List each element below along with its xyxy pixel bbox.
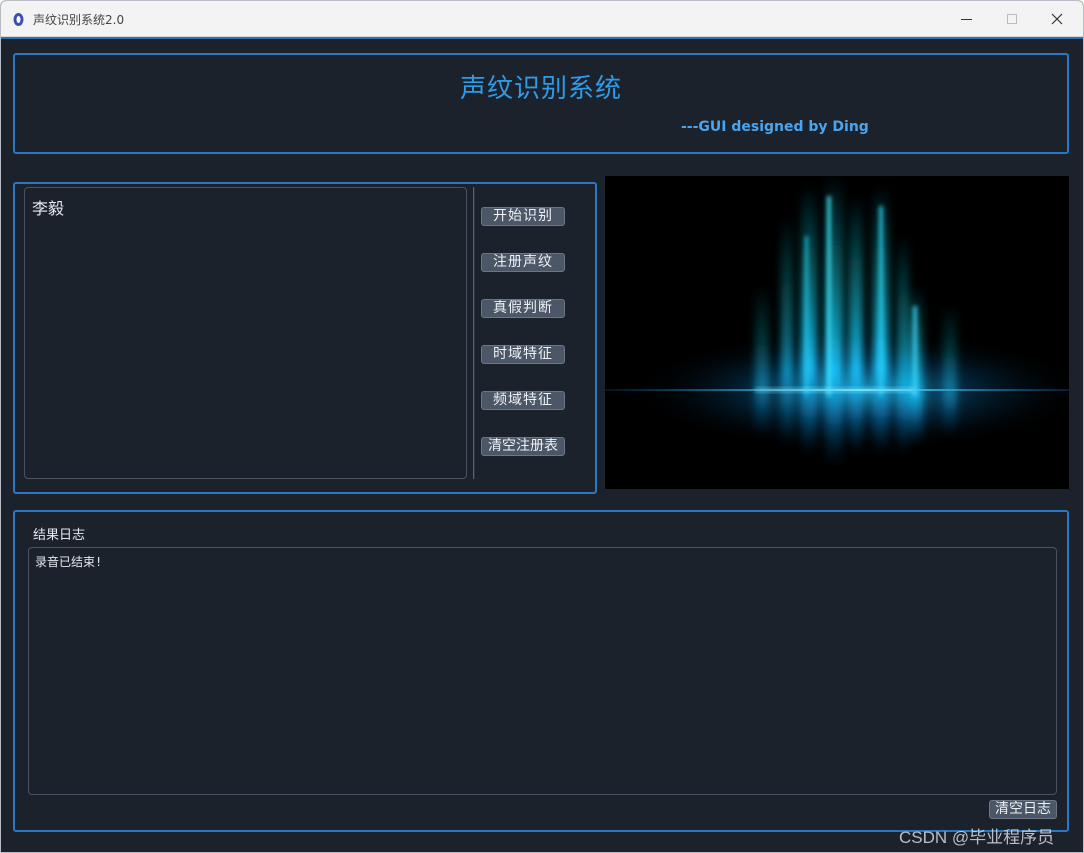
close-button[interactable] [1034,1,1080,37]
minimize-button[interactable] [943,1,989,37]
sound-wave-graphic [605,176,1069,489]
app-subtitle: ---GUI designed by Ding [681,119,869,135]
register-voiceprint-button[interactable]: 注册声纹 [481,253,565,272]
main-client-area: 声纹识别系统 ---GUI designed by Ding 李毅 开始识别 注… [1,37,1083,852]
list-item[interactable]: 李毅 [32,195,64,219]
vertical-divider [473,187,475,479]
log-text: 录音已结束! [35,555,103,569]
minimize-icon [961,19,972,20]
time-domain-button[interactable]: 时域特征 [481,345,565,364]
close-icon [1051,13,1063,25]
log-panel: 结果日志 录音已结束! 清空日志 [13,510,1069,832]
maximize-button[interactable] [989,1,1035,37]
maximize-icon [1007,14,1017,24]
control-panel: 李毅 开始识别 注册声纹 真假判断 时域特征 频域特征 清空注册表 [13,182,597,494]
frequency-domain-button[interactable]: 频域特征 [481,391,565,410]
title-bar: 声纹识别系统2.0 [1,1,1083,37]
watermark: CSDN @毕业程序员 [899,828,1055,847]
window-title: 声纹识别系统2.0 [33,13,125,27]
header-panel: 声纹识别系统 ---GUI designed by Ding [13,53,1069,154]
log-text-area[interactable]: 录音已结束! [28,547,1057,795]
clear-registry-button[interactable]: 清空注册表 [481,437,565,456]
log-label: 结果日志 [33,528,86,543]
app-icon [13,13,24,26]
sound-wave-image [605,176,1069,489]
start-recognition-button[interactable]: 开始识别 [481,207,565,226]
app-title: 声纹识别系统 [459,74,622,104]
clear-log-button[interactable]: 清空日志 [989,800,1057,819]
authenticity-check-button[interactable]: 真假判断 [481,299,565,318]
app-window: 声纹识别系统2.0 声纹识别系统 ---GUI designed by Ding… [0,0,1084,853]
registered-user-list[interactable]: 李毅 [24,187,467,479]
